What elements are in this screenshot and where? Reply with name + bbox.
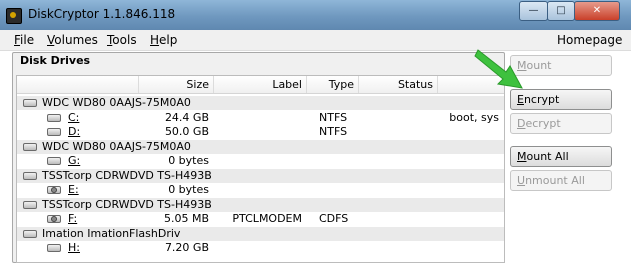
volume-size: 0 bytes [168,154,209,167]
hdd-icon [47,157,61,165]
volume-size: 5.05 MB [163,212,209,225]
menu-file[interactable]: File [14,33,34,47]
disk-row[interactable]: Imation ImationFlashDriv [17,226,504,241]
menu-bar: File Volumes Tools Help Homepage [0,30,631,51]
volume-size: 7.20 GB [164,241,209,254]
menu-tools[interactable]: Tools [107,33,137,47]
volume-status [389,125,499,139]
disk-icon [23,171,37,180]
homepage-link[interactable]: Homepage [557,33,622,47]
list-header: Size Label Type Status [17,76,504,94]
column-size[interactable]: Size [139,76,214,93]
mount-label: ount [526,59,552,72]
column-type[interactable]: Type [307,76,359,93]
partition-row[interactable]: D: 50.0 GB NTFS [17,125,504,139]
volume-status: boot, sys [449,110,499,124]
maximize-button[interactable]: □ [547,1,575,21]
volume-label: PTCLMODEM [232,212,302,225]
column-name[interactable] [17,76,139,93]
filesystem-type: NTFS [319,125,348,138]
unmount-all-label: nmount All [525,174,585,187]
unmount-all-button[interactable]: Unmount All [510,170,612,191]
decrypt-label: ecrypt [525,117,561,130]
unmount-all-accel: U [517,174,526,187]
volume-status [389,154,499,168]
encrypt-button[interactable]: Encrypt [510,89,612,110]
disk-icon [23,99,37,107]
mount-all-button[interactable]: Mount All [510,146,612,167]
disk-name: WDC WD80 0AAJS-75M0A0 [42,139,191,153]
volume-label [214,241,302,255]
menu-help-label: elp [159,33,178,47]
volume-size: 24.4 GB [164,110,209,124]
volume-status [389,183,499,197]
drive-letter: E: [68,183,79,196]
disk-list[interactable]: Size Label Type Status WDC WD80 0AAJS-75… [16,75,505,263]
column-status[interactable]: Status [359,76,438,93]
group-title: Disk Drives [20,54,91,67]
drive-letter: H: [68,241,80,254]
volume-status [389,212,499,226]
mount-all-label: ount All [526,150,569,163]
volume-status [389,241,499,255]
partition-row[interactable]: E: 0 bytes [17,183,504,197]
hdd-icon [47,128,61,136]
drive-letter: F: [68,212,78,225]
disk-icon [23,142,37,151]
menu-volumes[interactable]: Volumes [47,33,98,47]
disk-row[interactable]: WDC WD80 0AAJS-75M0A0 [17,139,504,154]
menu-file-label: ile [20,33,35,47]
volume-size: 0 bytes [168,183,209,196]
title-bar: DiskCryptor 1.1.846.118 — □ ✕ [0,0,631,30]
partition-row[interactable]: F: 5.05 MB PTCLMODEM CDFS [17,212,504,226]
disk-row[interactable]: TSSTcorp CDRWDVD TS-H493B [17,197,504,212]
mount-all-accel: M [517,150,527,163]
volume-size: 50.0 GB [164,125,209,138]
partition-row[interactable]: G: 0 bytes [17,154,504,168]
filesystem-type: CDFS [319,212,349,225]
disk-icon [23,229,37,238]
disk-icon [23,200,37,209]
disk-name: TSSTcorp CDRWDVD TS-H493B [42,197,212,211]
volume-label [214,125,302,139]
hdd-icon [47,244,61,252]
column-label[interactable]: Label [214,76,307,93]
menu-help[interactable]: Help [150,33,177,47]
volume-label [214,111,302,125]
disk-name: Imation ImationFlashDriv [42,226,181,240]
minimize-button[interactable]: — [519,1,548,21]
window-title: DiskCryptor 1.1.846.118 [28,7,176,21]
menu-help-accel: H [150,33,160,47]
disk-name: TSSTcorp CDRWDVD TS-H493B [42,168,212,182]
menu-volumes-label: olumes [54,33,98,47]
filesystem-type: NTFS [319,110,348,124]
disk-row[interactable]: TSSTcorp CDRWDVD TS-H493B [17,168,504,183]
green-arrow-icon [474,49,523,89]
encrypt-label: ncrypt [523,93,560,106]
hdd-icon [47,113,61,122]
menu-tools-label: ools [112,33,137,47]
disk-name: WDC WD80 0AAJS-75M0A0 [42,96,191,109]
volume-label [214,183,302,197]
disk-row[interactable]: WDC WD80 0AAJS-75M0A0 [17,96,504,110]
drive-letter: C: [68,110,80,124]
drive-letter: G: [68,154,81,167]
decrypt-button[interactable]: Decrypt [510,113,612,134]
encrypt-accel: E [517,93,524,106]
cdrom-icon [47,186,61,194]
drive-letter: D: [68,125,81,138]
partition-row[interactable]: H: 7.20 GB [17,241,504,255]
volume-label [214,154,302,168]
cdrom-icon [47,215,61,223]
close-button[interactable]: ✕ [574,1,620,21]
partition-row[interactable]: C: 24.4 GB NTFS boot, sys [17,111,504,125]
app-icon [6,8,22,24]
